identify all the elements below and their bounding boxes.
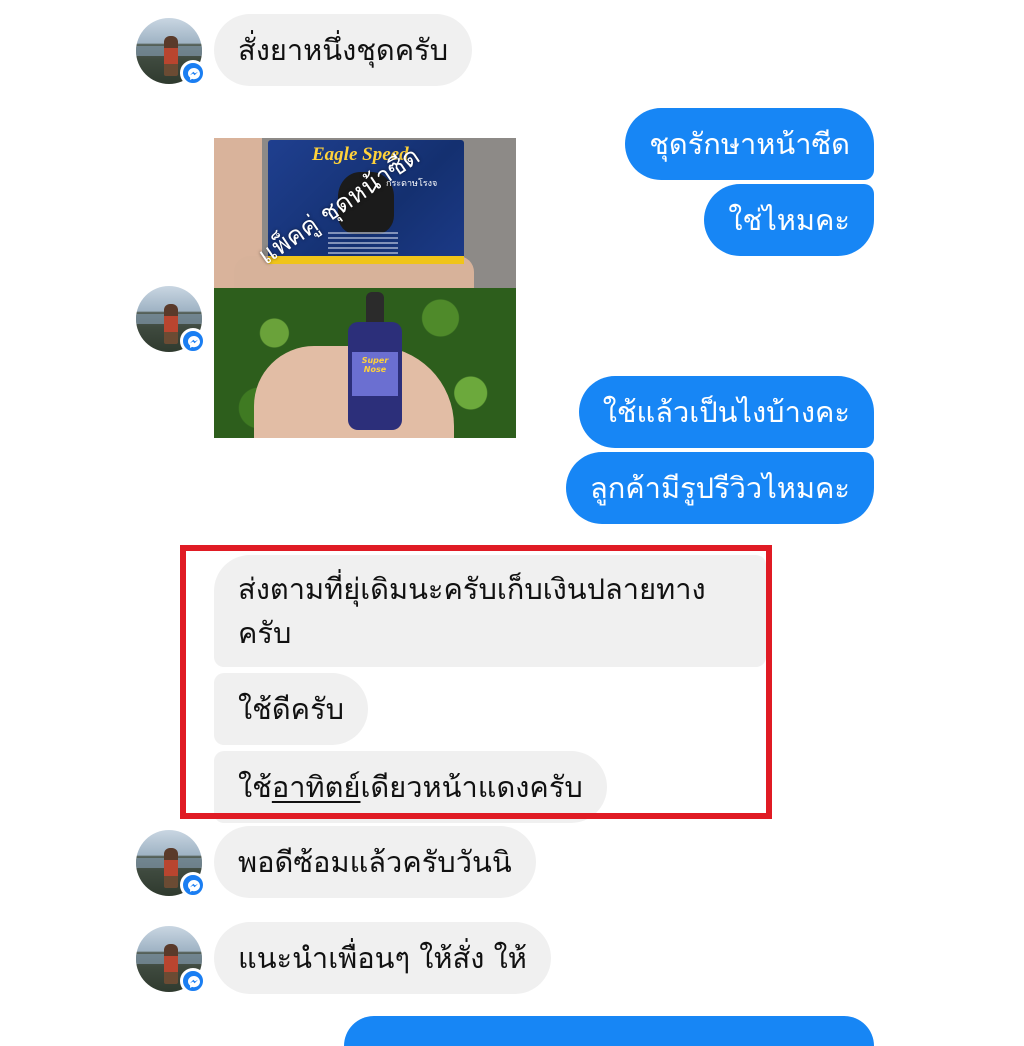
bottle-label: Super Nose xyxy=(352,352,398,396)
highlight-box xyxy=(180,545,772,819)
bottle-cap xyxy=(366,292,384,326)
message-text: แนะนำเพื่อนๆ ให้สั่ง ให้ xyxy=(238,941,527,975)
messenger-badge-icon xyxy=(180,60,206,86)
box-fineprint xyxy=(328,232,398,254)
outgoing-message[interactable]: ใช่ไหมคะ xyxy=(704,184,874,256)
message-text: ใช่ไหมคะ xyxy=(728,203,850,237)
outgoing-message[interactable]: ใช้แล้วเป็นไงบ้างคะ xyxy=(578,376,874,448)
incoming-message[interactable]: พอดีซ้อมแล้วครับวันนิ xyxy=(214,826,536,898)
outgoing-message[interactable]: ชุดรักษาหน้าซีด xyxy=(625,108,874,180)
message-text: ชุดรักษาหน้าซีด xyxy=(649,127,850,161)
outgoing-message-partial[interactable] xyxy=(344,1016,874,1046)
messenger-badge-icon xyxy=(180,968,206,994)
message-text: สั่งยาหนึ่งชุดครับ xyxy=(238,33,449,67)
messenger-badge-icon xyxy=(180,328,206,354)
message-text: ลูกค้ามีรูปรีวิวไหมคะ xyxy=(589,471,850,505)
bottle-body: Super Nose xyxy=(348,322,402,430)
product-box-photo: Eagle Speed กระดาษโรงจ xyxy=(214,138,516,288)
bottle-label-text: Super Nose xyxy=(361,356,389,374)
message-text: ใช้แล้วเป็นไงบ้างคะ xyxy=(602,395,850,429)
bottle: Super Nose xyxy=(348,292,402,430)
incoming-message[interactable]: แนะนำเพื่อนๆ ให้สั่ง ให้ xyxy=(214,922,551,994)
product-bottle-photo: Super Nose xyxy=(214,288,516,438)
outgoing-message[interactable]: ลูกค้ามีรูปรีวิวไหมคะ xyxy=(565,452,874,524)
message-text: พอดีซ้อมแล้วครับวันนิ xyxy=(238,845,512,879)
incoming-message[interactable]: สั่งยาหนึ่งชุดครับ xyxy=(214,14,473,86)
product-photo[interactable]: Eagle Speed กระดาษโรงจ Super Nose แพ็คคู… xyxy=(214,138,516,438)
messenger-badge-icon xyxy=(180,872,206,898)
